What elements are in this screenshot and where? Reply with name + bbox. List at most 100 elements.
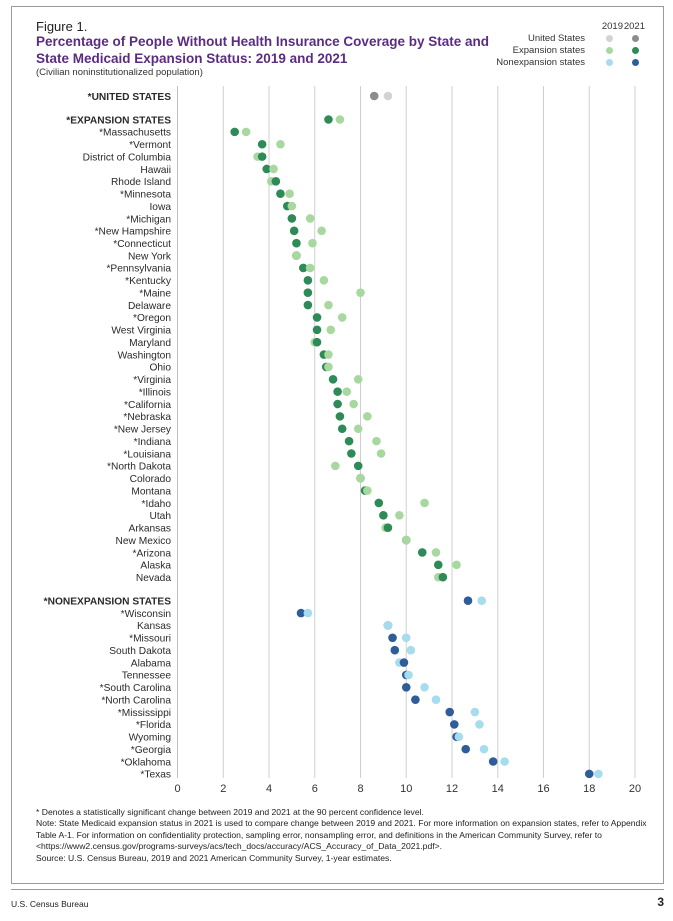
dot-2019 [303,608,313,618]
footer-divider [11,889,664,890]
dot-2019 [349,399,358,409]
x-tick-label: 4 [266,783,272,795]
dot-2019 [395,511,404,520]
state-label: *Massachusetts [99,128,171,139]
dot-2019 [363,412,372,421]
state-label: Ohio [149,363,171,374]
state-label: *Oregon [133,313,171,324]
state-label: *Oklahoma [121,757,172,768]
dot-2019 [500,757,509,766]
dot-2019 [477,596,487,605]
state-label: District of Columbia [83,152,172,163]
state-label: *Connecticut [113,239,171,250]
dot-2021 [584,769,594,779]
footer-publisher: U.S. Census Bureau [11,899,89,909]
dot-2021 [463,596,473,605]
dot-2019 [305,263,315,273]
dot-2019 [404,670,413,680]
dot-2021 [445,707,455,717]
state-label: *New Jersey [114,425,172,436]
dot-2021 [276,189,285,199]
dot-2019 [287,201,297,211]
state-label: Nevada [136,573,171,584]
dot-2021 [337,424,347,434]
dot-2019 [420,682,429,692]
dot-2019 [276,139,285,149]
dot-2019 [420,498,429,508]
state-label: New York [128,251,172,262]
group-header-label: *NONEXPANSION STATES [44,596,172,607]
dot-2019 [292,251,301,260]
dot-2019 [594,769,603,779]
dot-2021 [433,560,443,570]
dot-2019 [335,115,345,124]
dot-2019 [353,424,363,434]
state-label: Iowa [149,202,171,213]
state-label: Maryland [129,338,171,349]
x-tick-label: 20 [629,783,641,795]
dot-2021 [287,214,297,223]
dot-2019 [342,387,352,396]
dot-2021 [312,325,322,335]
state-label: Tennessee [122,671,172,682]
dot-2019 [285,189,294,199]
state-label: *Michigan [126,214,171,225]
dot-2019 [363,486,372,495]
state-label: Arkansas [129,524,171,535]
dot-2019 [479,744,489,754]
dot-2021 [303,276,313,285]
dot-2021 [230,127,239,137]
state-label: *Nebraska [123,412,171,423]
dot-2021 [390,645,400,655]
state-label: Washington [118,350,171,361]
state-label: *Mississippi [118,708,171,719]
state-label: *Vermont [129,140,171,151]
dot-2021 [324,115,333,124]
state-label: South Dakota [109,646,171,657]
footnotes: * Denotes a statistically significant ch… [36,807,656,864]
dot-2019 [356,473,365,483]
dot-2019 [324,350,333,359]
dot-2021 [369,91,379,101]
dot-2021 [344,436,354,446]
dot-2021 [312,337,322,347]
dot-2019 [470,707,480,717]
x-tick-label: 18 [583,783,595,795]
x-tick-label: 6 [312,783,318,795]
dot-2021 [257,152,267,161]
state-label: Utah [149,511,171,522]
dot-2021 [289,226,299,236]
dot-2021 [388,633,397,643]
state-label: *New Hampshire [95,227,172,238]
dot-2021 [461,744,471,754]
dot-2021 [333,399,342,409]
state-label: *Louisiana [123,449,171,460]
state-label: *Maine [139,288,171,299]
state-label: *Kentucky [125,276,172,287]
dot-2021 [417,548,427,557]
dot-2019 [324,300,333,310]
dot-2021 [374,498,384,508]
dot-2021 [292,238,301,248]
x-tick-label: 2 [220,783,226,795]
dot-2019 [475,720,484,729]
dot-2019 [308,238,317,248]
dot-2019 [331,461,340,471]
dot-2019 [269,164,278,174]
dot-2021 [271,177,281,186]
state-label: West Virginia [111,326,171,337]
dot-2019 [401,633,411,643]
dot-2021 [335,412,345,421]
method-note: Note: State Medicaid expansion status in… [36,818,647,852]
dot-2021 [333,387,342,396]
group-header-label: *EXPANSION STATES [66,115,171,126]
dot-2021 [328,374,338,384]
dot-2021 [257,139,267,149]
state-label: Colorado [130,474,172,485]
dot-2019 [319,276,329,285]
state-label: *Illinois [139,387,171,398]
dot-2021 [303,300,313,310]
state-label: Montana [131,486,171,497]
state-label: *Georgia [131,745,172,756]
dot-2021 [312,313,322,322]
